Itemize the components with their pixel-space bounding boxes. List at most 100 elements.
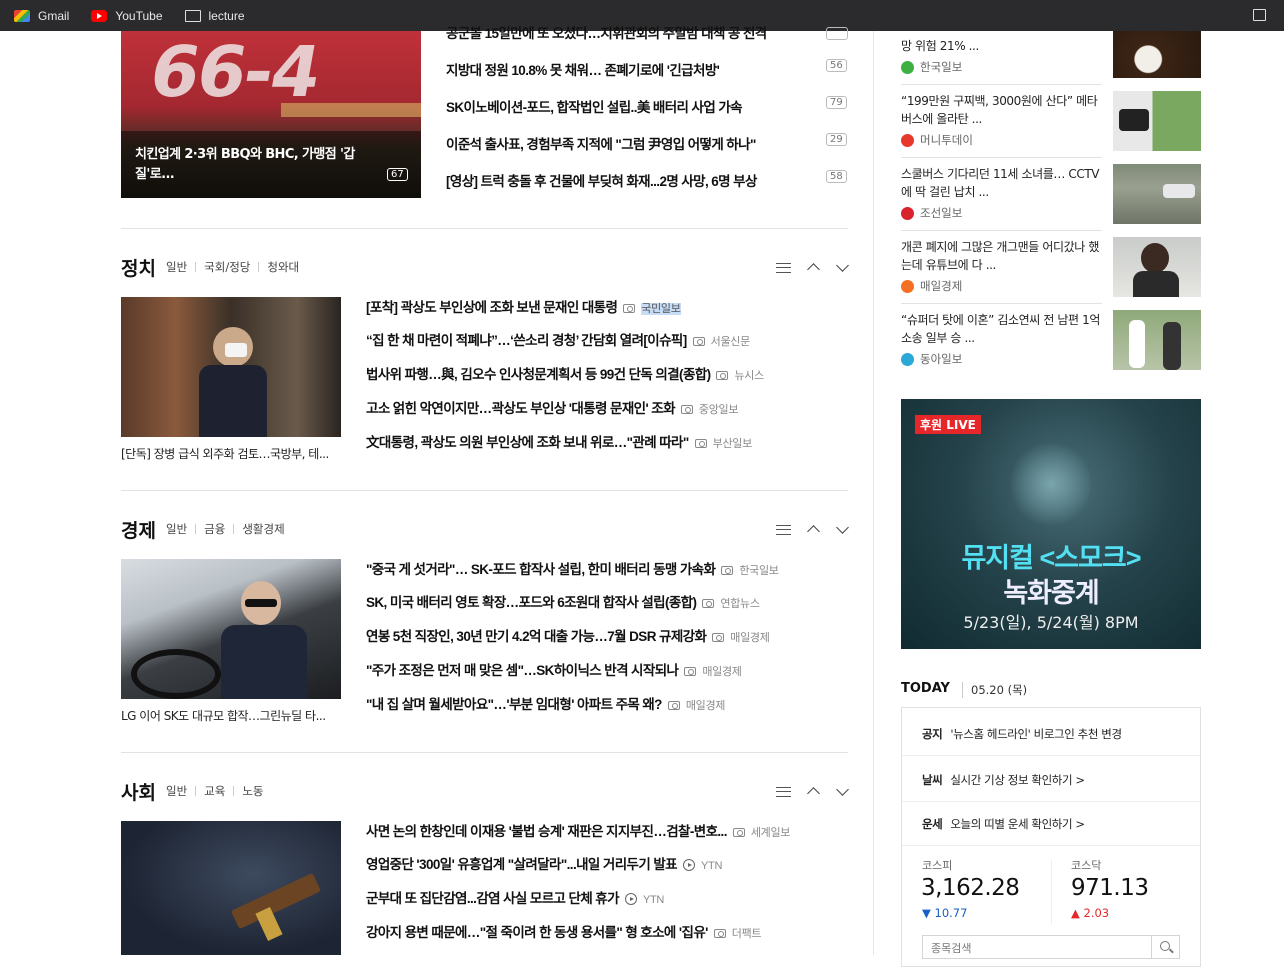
news-item[interactable]: 영업중단 '300일' 유흥업계 "살려달라"...내일 거리두기 발표 YTN bbox=[366, 853, 722, 873]
side-news-item[interactable]: “199만원 구찌백, 3000원에 산다” 메타버스에 올라탄 ... 머니투… bbox=[901, 91, 1201, 151]
news-source: 뉴시스 bbox=[734, 370, 764, 382]
subnav-item[interactable]: 교육 bbox=[204, 783, 225, 799]
camera-icon bbox=[713, 929, 726, 938]
comment-count: 58 bbox=[826, 170, 847, 183]
stock-value-kosdaq[interactable]: 971.13 bbox=[1071, 875, 1149, 901]
chevron-up-icon[interactable] bbox=[805, 522, 820, 537]
camera-icon bbox=[680, 405, 693, 414]
news-item[interactable]: 강아지 용변 때문에…"절 죽이려 한 동생 용서를" 형 호소에 '집유' 더팩… bbox=[366, 921, 762, 941]
news-item[interactable]: 연봉 5천 직장인, 30년 만기 4.2억 대출 가능…7월 DSR 규제강화… bbox=[366, 625, 770, 645]
subnav-item[interactable]: 청와대 bbox=[267, 259, 299, 275]
top-headline[interactable]: [영상] 트럭 충돌 후 건물에 부딪혀 화재...2명 사망, 6명 부상 bbox=[446, 170, 757, 190]
news-item[interactable]: 고소 얽힌 악연이지만…곽상도 부인상 '대통령 문재인' 조화 중앙일보 bbox=[366, 397, 738, 417]
divider bbox=[901, 303, 1102, 304]
news-source: 매일경제 bbox=[730, 632, 770, 644]
side-news-image bbox=[1113, 31, 1201, 78]
reading-list-icon[interactable] bbox=[1253, 9, 1266, 21]
top-headline[interactable]: 이준석 출사표, 경험부족 지적에 "그럼 尹영입 어떻게 하나" bbox=[446, 133, 756, 153]
news-item[interactable]: 文대통령, 곽상도 의원 부인상에 조화 보내 위로…"관례 따라" 부산일보 bbox=[366, 431, 752, 451]
stock-value-kospi[interactable]: 3,162.28 bbox=[921, 875, 1020, 901]
section-title-politics[interactable]: 정치 bbox=[121, 254, 156, 281]
today-panel: 공지 '뉴스홈 헤드라인' 비로그인 추천 변경 날씨 실시간 기상 정보 확인하기… bbox=[901, 707, 1201, 967]
news-source: 서울신문 bbox=[710, 336, 751, 348]
section-title-economy[interactable]: 경제 bbox=[121, 516, 156, 543]
notice-row[interactable]: 공지 '뉴스홈 헤드라인' 비로그인 추천 변경 bbox=[922, 726, 1122, 742]
featured-caption[interactable]: 치킨업계 2·3위 BBQ와 BHC, 가맹점 '갑질'로... bbox=[135, 145, 375, 185]
live-date: 5/23(일), 5/24(월) 8PM bbox=[963, 613, 1139, 632]
menu-icon[interactable] bbox=[776, 786, 791, 797]
news-source: 매일경제 bbox=[702, 666, 742, 678]
image-caption[interactable]: LG 이어 SK도 대규모 합작…그린뉴딜 타... bbox=[121, 707, 326, 724]
subnav-item[interactable]: 노동 bbox=[242, 783, 263, 799]
stock-search-input[interactable]: 종목검색 bbox=[922, 935, 1180, 959]
chevron-up-icon[interactable] bbox=[805, 784, 820, 799]
section-subnav-society: 일반 교육 노동 bbox=[166, 783, 264, 799]
camera-icon bbox=[623, 304, 636, 313]
subnav-item[interactable]: 일반 bbox=[166, 259, 187, 275]
play-icon bbox=[624, 893, 637, 905]
side-news-image bbox=[1113, 91, 1201, 151]
news-source: 더팩트 bbox=[731, 928, 762, 940]
chevron-down-icon[interactable] bbox=[834, 522, 849, 537]
subnav-item[interactable]: 일반 bbox=[166, 521, 187, 537]
news-item[interactable]: [포착] 곽상도 부인상에 조화 보낸 문재인 대통령 국민일보 bbox=[366, 296, 681, 316]
side-news-item[interactable]: 망 위험 21% ... 한국일보 bbox=[901, 31, 1201, 91]
side-news-image bbox=[1113, 310, 1201, 370]
subnav-item[interactable]: 금융 bbox=[204, 521, 225, 537]
subnav-item[interactable]: 국회/정당 bbox=[204, 259, 250, 275]
menu-icon[interactable] bbox=[776, 262, 791, 273]
bookmark-gmail[interactable]: Gmail bbox=[14, 9, 69, 23]
section-controls bbox=[776, 784, 849, 799]
news-item[interactable]: "중국 게 섯거라"… SK-포드 합작사 설립, 한미 배터리 동맹 가속화 한… bbox=[366, 558, 779, 578]
chevron-down-icon[interactable] bbox=[834, 260, 849, 275]
source-logo-icon bbox=[901, 133, 914, 147]
side-news-item[interactable]: 스쿨버스 기다리던 11세 소녀를… CCTV에 딱 걸린 납치 ... 조선일… bbox=[901, 164, 1201, 224]
source-logo-icon bbox=[901, 352, 914, 366]
section-image-politics[interactable] bbox=[121, 297, 341, 437]
news-item[interactable]: "주가 조정은 먼저 매 맞은 셈"…SK하이닉스 반격 시작되나 매일경제 bbox=[366, 659, 742, 679]
chevron-up-icon[interactable] bbox=[805, 260, 820, 275]
side-news-item[interactable]: 개콘 폐지에 그많은 개그맨들 어디갔나 했는데 유튜브에 다 ... 매일경제 bbox=[901, 237, 1201, 297]
comment-count bbox=[826, 27, 848, 40]
down-triangle-icon: ▼ bbox=[922, 906, 931, 920]
featured-comment-count: 67 bbox=[387, 168, 408, 181]
folder-icon bbox=[184, 9, 201, 22]
news-item[interactable]: 법사위 파행…與, 김오수 인사청문계획서 등 99건 단독 의결(종합) 뉴시스 bbox=[366, 363, 764, 383]
bookmark-lecture[interactable]: lecture bbox=[184, 9, 245, 23]
subnav-item[interactable]: 생활경제 bbox=[242, 521, 284, 537]
chevron-down-icon[interactable] bbox=[834, 784, 849, 799]
section-image-society[interactable] bbox=[121, 821, 341, 955]
side-news-item[interactable]: “슈퍼더 탓에 이혼” 김소연씨 전 남편 1억 소송 일부 승 ... 동아일… bbox=[901, 310, 1201, 370]
top-headline-cut[interactable]: 공군볼 15일만에 또 오셨다…지휘관회의 주말밤 대책 공 전격 bbox=[446, 22, 767, 42]
news-item[interactable]: "내 집 살며 월세받아요"…'부분 임대형' 아파트 주목 왜? 매일경제 bbox=[366, 693, 725, 713]
news-item[interactable]: SK, 미국 배터리 영토 확장…포드와 6조원대 합작사 설립(종합) 연합뉴스 bbox=[366, 591, 760, 611]
side-news-image bbox=[1113, 164, 1201, 224]
live-banner[interactable]: 후원 LIVE 뮤지컬 <스모크> 녹화중계 5/23(일), 5/24(월) … bbox=[901, 399, 1201, 649]
news-item[interactable]: 군부대 또 집단감염...감염 사실 모르고 단체 휴가 YTN bbox=[366, 887, 664, 907]
camera-icon bbox=[712, 633, 725, 642]
news-source: 매일경제 bbox=[685, 700, 726, 712]
image-caption[interactable]: [단독] 장병 급식 외주화 검토…국방부, 테... bbox=[121, 445, 329, 462]
divider bbox=[901, 230, 1102, 231]
news-item[interactable]: 사면 논의 한창인데 이재용 '불법 승계' 재판은 지지부진…검찰-변호...… bbox=[366, 820, 790, 840]
top-headline[interactable]: 지방대 정원 10.8% 못 채워… 존폐기로에 '긴급처방' bbox=[446, 59, 720, 79]
news-source: 국민일보 bbox=[641, 303, 681, 315]
camera-icon bbox=[721, 566, 734, 575]
section-title-society[interactable]: 사회 bbox=[121, 778, 156, 805]
camera-icon bbox=[684, 667, 697, 676]
camera-icon bbox=[702, 599, 715, 608]
weather-row[interactable]: 날씨 실시간 기상 정보 확인하기 > bbox=[922, 772, 1085, 788]
subnav-item[interactable]: 일반 bbox=[166, 783, 187, 799]
menu-icon[interactable] bbox=[776, 524, 791, 535]
news-source: 연합뉴스 bbox=[720, 598, 760, 610]
news-source: 한국일보 bbox=[739, 565, 779, 577]
section-subnav-politics: 일반 국회/정당 청와대 bbox=[166, 259, 299, 275]
divider bbox=[121, 228, 848, 229]
section-image-economy[interactable] bbox=[121, 559, 341, 699]
top-headline[interactable]: SK이노베이션-포드, 합작법인 설립..美 배터리 사업 가속 bbox=[446, 96, 743, 116]
fortune-row[interactable]: 운세 오늘의 띠별 운세 확인하기 > bbox=[922, 816, 1085, 832]
divider bbox=[121, 752, 848, 753]
news-item[interactable]: “집 한 채 마련이 적폐냐”…‘쓴소리 경청’ 간담회 열려[이슈픽] 서울신문 bbox=[366, 329, 750, 349]
bookmark-youtube[interactable]: YouTube bbox=[91, 9, 163, 23]
news-source: 세계일보 bbox=[750, 827, 791, 839]
